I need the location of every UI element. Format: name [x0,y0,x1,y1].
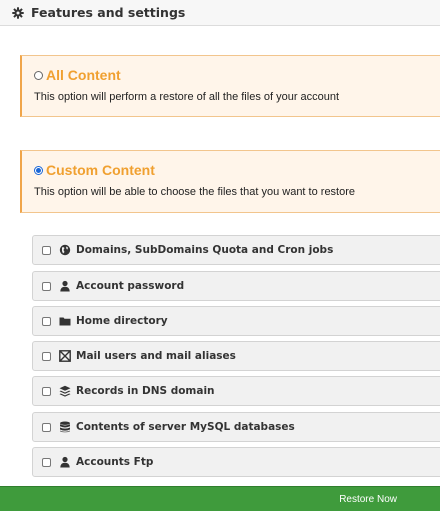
list-item-domains[interactable]: Domains, SubDomains Quota and Cron jobs [32,235,440,265]
list-item-label: Domains, SubDomains Quota and Cron jobs [76,244,334,256]
account-password-checkbox[interactable] [42,281,51,291]
user-icon [59,280,71,292]
list-item-dns-records[interactable]: Records in DNS domain [32,376,440,406]
all-content-description: This option will perform a restore of al… [34,91,340,103]
globe-icon [59,244,71,256]
list-item-label: Accounts Ftp [76,456,154,468]
restore-now-label[interactable]: Restore Now [339,494,397,505]
stack-icon [59,385,71,397]
list-item-label: Records in DNS domain [76,385,215,397]
dns-records-checkbox[interactable] [42,386,51,396]
gear-icon [12,6,24,19]
option-all-content[interactable]: All Content This option will perform a r… [20,55,440,117]
list-item-home-directory[interactable]: Home directory [32,306,440,336]
custom-content-title[interactable]: Custom Content [46,162,155,178]
panel-title: Features and settings [31,5,186,20]
option-custom-content[interactable]: Custom Content This option will be able … [20,150,440,213]
list-item-accounts-ftp[interactable]: Accounts Ftp [32,447,440,477]
mail-icon [59,350,71,362]
list-item-label: Home directory [76,315,168,327]
list-item-label: Contents of server MySQL databases [76,421,295,433]
list-item-mysql-databases[interactable]: Contents of server MySQL databases [32,412,440,442]
custom-content-description: This option will be able to choose the f… [34,186,356,198]
mail-users-checkbox[interactable] [42,351,51,361]
user-icon [59,456,71,468]
list-item-label: Account password [76,280,185,292]
all-content-radio[interactable] [34,70,43,80]
mysql-databases-checkbox[interactable] [42,422,51,432]
domains-checkbox[interactable] [42,245,51,255]
panel-header: Features and settings [0,0,440,26]
database-icon [59,421,71,433]
list-item-mail-users[interactable]: Mail users and mail aliases [32,341,440,371]
list-item-account-password[interactable]: Account password [32,271,440,301]
list-item-label: Mail users and mail aliases [76,350,236,362]
folder-icon [59,315,71,327]
accounts-ftp-checkbox[interactable] [42,457,51,467]
home-directory-checkbox[interactable] [42,316,51,326]
custom-content-radio[interactable] [34,165,43,175]
all-content-title[interactable]: All Content [46,67,121,83]
restore-now-button[interactable]: Restore Now [0,486,440,511]
